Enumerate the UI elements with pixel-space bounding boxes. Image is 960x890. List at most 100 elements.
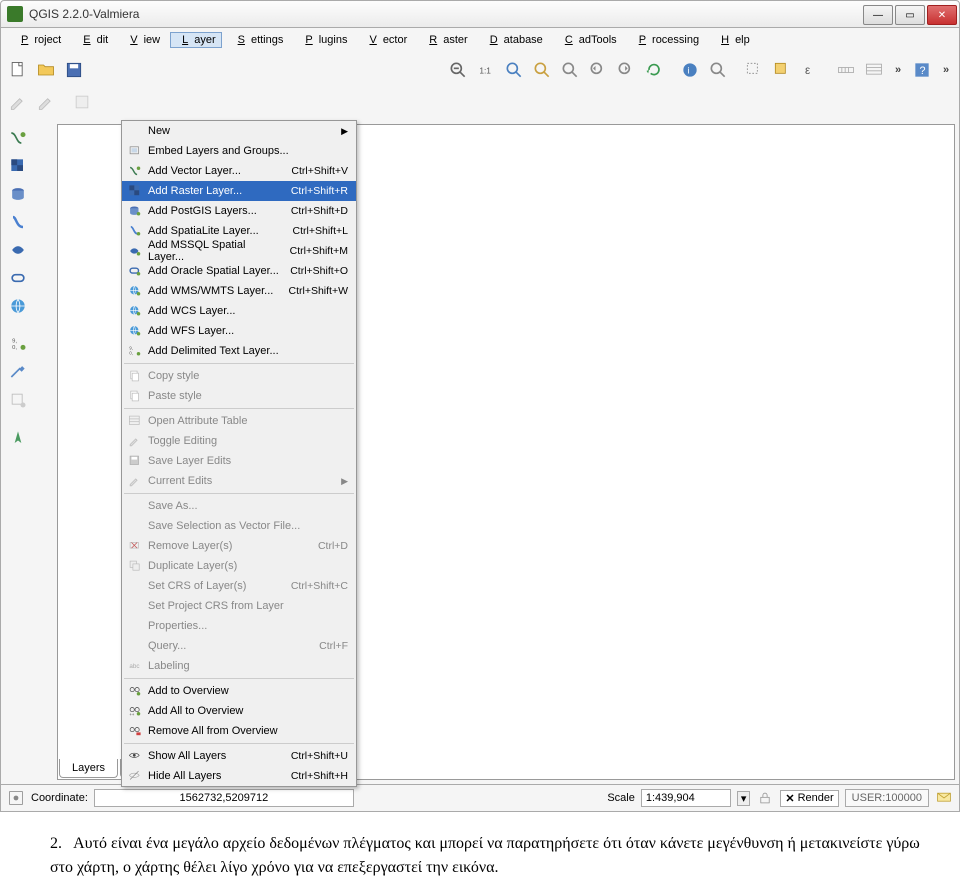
zoom-layer-button[interactable] bbox=[557, 57, 583, 83]
zoom-selection-button[interactable] bbox=[529, 57, 555, 83]
refresh-button[interactable] bbox=[641, 57, 667, 83]
menu-item-label: Add WMS/WMTS Layer... bbox=[148, 285, 278, 297]
zoom-native-button[interactable]: 1:1 bbox=[473, 57, 499, 83]
menu-vector[interactable]: Vector bbox=[357, 32, 413, 48]
add-postgis-tool[interactable] bbox=[5, 181, 31, 207]
menu-item-embed-layers-and-groups[interactable]: Embed Layers and Groups... bbox=[122, 141, 356, 161]
menu-project[interactable]: Project bbox=[9, 32, 67, 48]
menu-cadtools[interactable]: CadTools bbox=[553, 32, 623, 48]
menu-item-add-raster-layer[interactable]: Add Raster Layer...Ctrl+Shift+R bbox=[122, 181, 356, 201]
menu-item-add-wms-wmts-layer[interactable]: Add WMS/WMTS Layer...Ctrl+Shift+W bbox=[122, 281, 356, 301]
zoom-full-button[interactable] bbox=[501, 57, 527, 83]
svg-text:abc: abc bbox=[129, 663, 139, 670]
scale-input[interactable] bbox=[641, 789, 731, 807]
gps-tool[interactable] bbox=[5, 425, 31, 451]
main-area: 9,0, New▶ Embed Layers and Groups... Add V… bbox=[0, 120, 960, 785]
add-spatialite-tool[interactable] bbox=[5, 209, 31, 235]
maximize-button[interactable]: ▭ bbox=[895, 5, 925, 25]
scale-lock-icon[interactable] bbox=[756, 789, 774, 807]
edit-pencil-button[interactable] bbox=[5, 89, 31, 115]
zoom-out-button[interactable] bbox=[445, 57, 471, 83]
menu-edit[interactable]: Edit bbox=[71, 32, 114, 48]
edit-save-button[interactable] bbox=[33, 89, 59, 115]
menu-item-add-mssql-spatial-layer[interactable]: Add MSSQL Spatial Layer...Ctrl+Shift+M bbox=[122, 241, 356, 261]
menu-item-add-postgis-layers[interactable]: Add PostGIS Layers...Ctrl+Shift+D bbox=[122, 201, 356, 221]
select-button[interactable] bbox=[705, 57, 731, 83]
toggle-extents-icon[interactable] bbox=[7, 789, 25, 807]
menu-item-add-delimited-text-layer[interactable]: 9,0,Add Delimited Text Layer... bbox=[122, 341, 356, 361]
menu-item-paste-style: Paste style bbox=[122, 386, 356, 406]
menu-item-add-oracle-spatial-layer[interactable]: Add Oracle Spatial Layer...Ctrl+Shift+O bbox=[122, 261, 356, 281]
close-button[interactable]: ✕ bbox=[927, 5, 957, 25]
add-mssql-tool[interactable] bbox=[5, 237, 31, 263]
menu-item-add-all-to-overview[interactable]: ++Add All to Overview bbox=[122, 701, 356, 721]
toolbar-row-2 bbox=[5, 86, 955, 118]
toolbar-overflow-1[interactable]: » bbox=[889, 64, 907, 76]
blank-icon bbox=[126, 578, 144, 594]
menu-item-add-to-overview[interactable]: Add to Overview bbox=[122, 681, 356, 701]
new-project-button[interactable] bbox=[5, 57, 31, 83]
identify-button[interactable]: i bbox=[677, 57, 703, 83]
menu-item-shortcut: Ctrl+D bbox=[308, 540, 348, 552]
menu-processing[interactable]: Processing bbox=[627, 32, 705, 48]
svg-text:++: ++ bbox=[129, 712, 134, 717]
menu-layer[interactable]: Layer bbox=[170, 32, 222, 48]
scale-dropdown-icon[interactable]: ▾ bbox=[737, 791, 751, 806]
menu-item-add-spatialite-layer[interactable]: Add SpatiaLite Layer...Ctrl+Shift+L bbox=[122, 221, 356, 241]
title-bar: QGIS 2.2.0-Valmiera — ▭ ✕ bbox=[0, 0, 960, 28]
window-controls: — ▭ ✕ bbox=[863, 3, 959, 25]
menu-item-label: Save As... bbox=[148, 500, 348, 512]
eye-icon bbox=[126, 748, 144, 764]
menu-help[interactable]: Help bbox=[709, 32, 756, 48]
add-csv-tool[interactable]: 9,0, bbox=[5, 331, 31, 357]
menu-settings[interactable]: Settings bbox=[226, 32, 290, 48]
duplicate-icon bbox=[126, 558, 144, 574]
node-tool[interactable] bbox=[5, 359, 31, 385]
new-shapefile-tool[interactable] bbox=[5, 387, 31, 413]
menu-item-hide-all-layers[interactable]: Hide All LayersCtrl+Shift+H bbox=[122, 766, 356, 786]
expression-select-button[interactable]: ε bbox=[797, 57, 823, 83]
overview-add-icon bbox=[126, 683, 144, 699]
deselect-button[interactable] bbox=[769, 57, 795, 83]
menu-plugins[interactable]: Plugins bbox=[293, 32, 353, 48]
measure-button[interactable] bbox=[833, 57, 859, 83]
svg-text:i: i bbox=[688, 65, 690, 75]
tab-layers[interactable]: Layers bbox=[59, 759, 118, 778]
save-project-button[interactable] bbox=[61, 57, 87, 83]
add-vector-tool[interactable] bbox=[5, 125, 31, 151]
menu-item-label: Add to Overview bbox=[148, 685, 348, 697]
open-project-button[interactable] bbox=[33, 57, 59, 83]
menu-database[interactable]: Database bbox=[478, 32, 549, 48]
messages-icon[interactable] bbox=[935, 789, 953, 807]
render-toggle[interactable]: ✕ Render bbox=[780, 790, 838, 807]
overview-remove-icon bbox=[126, 723, 144, 739]
menu-item-add-vector-layer[interactable]: Add Vector Layer...Ctrl+Shift+V bbox=[122, 161, 356, 181]
edit-current-button[interactable] bbox=[69, 89, 95, 115]
toolbar-overflow-2[interactable]: » bbox=[937, 64, 955, 76]
menu-bar: ProjectEditViewLayerSettingsPluginsVecto… bbox=[0, 28, 960, 52]
menu-item-shortcut: Ctrl+Shift+D bbox=[281, 205, 348, 217]
map-tips-button[interactable] bbox=[861, 57, 887, 83]
menu-item-label: Embed Layers and Groups... bbox=[148, 145, 348, 157]
menu-raster[interactable]: Raster bbox=[417, 32, 473, 48]
menu-item-label: Add Vector Layer... bbox=[148, 165, 281, 177]
add-wms-tool[interactable] bbox=[5, 293, 31, 319]
menu-item-show-all-layers[interactable]: Show All LayersCtrl+Shift+U bbox=[122, 746, 356, 766]
layer-menu-dropdown: New▶ Embed Layers and Groups... Add Vector… bbox=[121, 120, 357, 787]
zoom-last-button[interactable] bbox=[585, 57, 611, 83]
select-features-button[interactable] bbox=[741, 57, 767, 83]
menu-item-add-wcs-layer[interactable]: Add WCS Layer... bbox=[122, 301, 356, 321]
coordinate-input[interactable] bbox=[94, 789, 354, 807]
copy-icon bbox=[126, 368, 144, 384]
menu-item-new[interactable]: New▶ bbox=[122, 121, 356, 141]
menu-view[interactable]: View bbox=[118, 32, 166, 48]
menu-item-remove-all-from-overview[interactable]: Remove All from Overview bbox=[122, 721, 356, 741]
help-button[interactable]: ? bbox=[909, 57, 935, 83]
add-raster-tool[interactable] bbox=[5, 153, 31, 179]
zoom-next-button[interactable] bbox=[613, 57, 639, 83]
minimize-button[interactable]: — bbox=[863, 5, 893, 25]
menu-item-add-wfs-layer[interactable]: Add WFS Layer... bbox=[122, 321, 356, 341]
menu-item-label: Add MSSQL Spatial Layer... bbox=[148, 239, 280, 263]
crs-display[interactable]: USER:100000 bbox=[845, 789, 929, 807]
add-oracle-tool[interactable] bbox=[5, 265, 31, 291]
